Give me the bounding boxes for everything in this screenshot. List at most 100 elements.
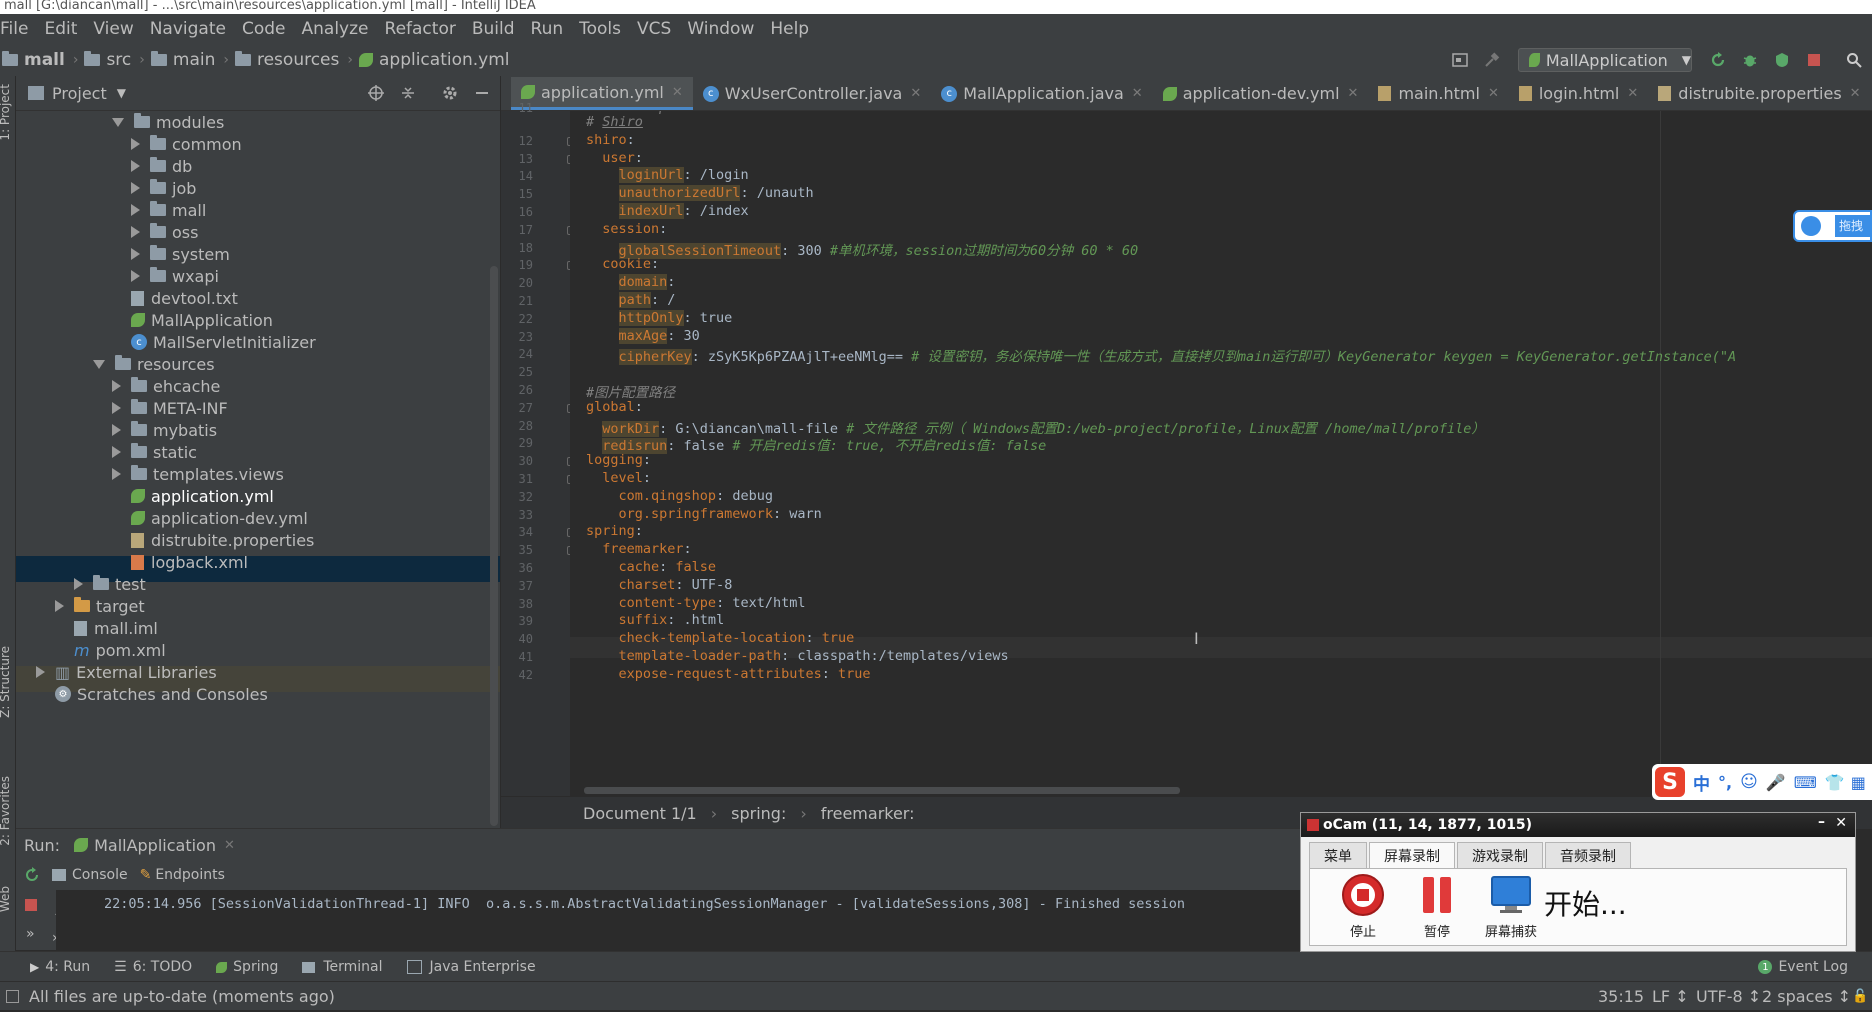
console-output[interactable]: 22:05:14.956 [SessionValidationThread-1]… (56, 890, 1306, 950)
tool-run[interactable]: ▶ 4: Run (30, 959, 90, 975)
chevron-down-icon[interactable]: ▼ (117, 86, 126, 100)
collapsed-arrow-icon[interactable] (55, 600, 64, 612)
debug-icon[interactable] (1742, 52, 1758, 68)
stop-icon[interactable] (1806, 52, 1822, 68)
collapsed-arrow-icon[interactable] (131, 248, 140, 260)
editor-tab[interactable]: c MallApplication.java ✕ (931, 77, 1152, 110)
breadcrumb-spring[interactable]: spring: (731, 804, 786, 823)
baidu-floating-widget[interactable]: 拖拽 (1793, 210, 1872, 242)
editor-tab[interactable]: application.yml ✕ (511, 77, 693, 110)
event-log-button[interactable]: 1 Event Log (1758, 959, 1848, 975)
collapse-all-icon[interactable] (400, 85, 416, 101)
menu-window[interactable]: Window (679, 19, 762, 39)
ocam-screenshot-button[interactable]: 屏幕捕获 (1476, 873, 1546, 940)
ocam-pause-button[interactable]: 暂停 (1402, 873, 1472, 940)
menu-analyze[interactable]: Analyze (294, 19, 377, 39)
tool-window-structure[interactable]: Z: Structure (0, 646, 12, 718)
close-icon[interactable]: ✕ (1132, 86, 1143, 101)
close-icon[interactable]: ✕ (1627, 86, 1638, 101)
menu-build[interactable]: Build (464, 19, 523, 39)
expanded-arrow-icon[interactable] (93, 359, 105, 369)
tool-window-web[interactable]: Web (0, 886, 12, 912)
breadcrumb-main[interactable]: main › (150, 50, 229, 70)
close-icon[interactable]: ✕ (910, 86, 921, 101)
breadcrumb-resources[interactable]: resources › (234, 50, 353, 70)
rerun-icon[interactable] (24, 867, 40, 883)
project-panel-title[interactable]: Project (52, 84, 107, 103)
structure-icon[interactable] (1452, 52, 1468, 68)
tool-window-project[interactable]: 1: Project (0, 84, 12, 141)
ocam-titlebar[interactable]: oCam (11, 14, 1877, 1015) – ✕ (1301, 813, 1855, 837)
menu-tools[interactable]: Tools (571, 19, 629, 39)
menu-navigate[interactable]: Navigate (142, 19, 234, 39)
breadcrumb-freemarker[interactable]: freemarker: (821, 804, 915, 823)
run-tab-mallapplication[interactable]: MallApplication (94, 836, 216, 855)
breadcrumb-src[interactable]: src › (84, 50, 145, 70)
punctuation-icon[interactable]: °, (1718, 773, 1732, 792)
expanded-arrow-icon[interactable] (112, 117, 124, 127)
tab-console[interactable]: Console (72, 867, 128, 883)
collapsed-arrow-icon[interactable] (131, 160, 140, 172)
close-icon[interactable]: ✕ (1488, 86, 1499, 101)
emoji-icon[interactable]: ☺ (1740, 772, 1758, 792)
skin-icon[interactable]: 👕 (1825, 773, 1845, 792)
menu-edit[interactable]: Edit (36, 19, 85, 39)
tool-terminal[interactable]: Terminal (302, 959, 383, 975)
minimize-icon[interactable]: – (1818, 814, 1825, 830)
collapsed-arrow-icon[interactable] (112, 424, 121, 436)
caret-position[interactable]: 35:15 (1598, 987, 1644, 1006)
run-configuration-select[interactable]: MallApplication ▼ (1518, 48, 1692, 72)
line-separator[interactable]: LF ↕ (1652, 987, 1689, 1006)
close-icon[interactable]: ✕ (224, 838, 235, 853)
collapsed-arrow-icon[interactable] (74, 578, 83, 590)
indent-setting[interactable]: 2 spaces ↕ (1762, 987, 1851, 1006)
collapsed-arrow-icon[interactable] (36, 666, 45, 678)
code-editor[interactable]: I max-spare-threads: 30# Shiroshiro: use… (570, 111, 1872, 796)
stop-icon[interactable] (24, 898, 38, 912)
tool-java-enterprise[interactable]: Java Enterprise (406, 959, 536, 975)
keyboard-icon[interactable]: ⌨ (1794, 773, 1817, 792)
menu-file[interactable]: File (0, 19, 36, 39)
menu-view[interactable]: View (85, 19, 141, 39)
close-icon[interactable]: ✕ (672, 85, 683, 100)
collapsed-arrow-icon[interactable] (112, 446, 121, 458)
ime-toolbar[interactable]: S 中 °, ☺ 🎤 ⌨ 👕 ▦ (1652, 764, 1872, 800)
close-icon[interactable]: ✕ (1850, 86, 1861, 101)
tool-todo[interactable]: ☰ 6: TODO (114, 959, 192, 975)
menu-run[interactable]: Run (523, 19, 572, 39)
close-icon[interactable]: ✕ (1348, 86, 1359, 101)
ocam-stop-button[interactable]: 停止 (1328, 873, 1398, 940)
ocam-tab-menu[interactable]: 菜单 (1309, 842, 1367, 868)
menu-vcs[interactable]: VCS (629, 19, 679, 39)
file-encoding[interactable]: UTF-8 ↕ (1696, 987, 1761, 1006)
microphone-icon[interactable]: 🎤 (1766, 773, 1786, 792)
locate-icon[interactable] (368, 85, 384, 101)
ime-language-toggle[interactable]: 中 (1693, 770, 1710, 795)
ocam-tab-screen-record[interactable]: 屏幕录制 (1369, 842, 1455, 868)
search-icon[interactable] (1846, 52, 1862, 68)
horizontal-scrollbar[interactable] (584, 787, 1180, 794)
collapsed-arrow-icon[interactable] (112, 380, 121, 392)
ocam-tab-audio-record[interactable]: 音频录制 (1545, 842, 1631, 868)
editor-tab[interactable]: application-dev.yml ✕ (1153, 77, 1369, 110)
coverage-icon[interactable] (1774, 52, 1790, 68)
editor-tab[interactable]: c WxUserController.java ✕ (693, 77, 932, 110)
project-scrollbar[interactable] (490, 266, 498, 826)
collapsed-arrow-icon[interactable] (131, 226, 140, 238)
menu-help[interactable]: Help (762, 19, 817, 39)
more-icon[interactable]: » (26, 926, 35, 942)
collapsed-arrow-icon[interactable] (131, 270, 140, 282)
tool-spring[interactable]: Spring (216, 959, 278, 975)
breadcrumb-application-yml[interactable]: application.yml (358, 50, 510, 70)
hammer-icon[interactable] (1484, 52, 1500, 68)
menu-code[interactable]: Code (234, 19, 294, 39)
toolbox-icon[interactable]: ▦ (1851, 773, 1866, 792)
collapsed-arrow-icon[interactable] (131, 138, 140, 150)
editor-tab[interactable]: distrubite.properties ✕ (1648, 77, 1870, 110)
ocam-tab-game-record[interactable]: 游戏录制 (1457, 842, 1543, 868)
breadcrumb-document[interactable]: Document 1/1 (583, 804, 697, 823)
tab-endpoints[interactable]: Endpoints (155, 867, 225, 883)
close-icon[interactable]: ✕ (1835, 815, 1847, 831)
status-toggle-icon[interactable] (6, 989, 19, 1003)
tool-window-favorites[interactable]: 2: Favorites (0, 776, 12, 846)
